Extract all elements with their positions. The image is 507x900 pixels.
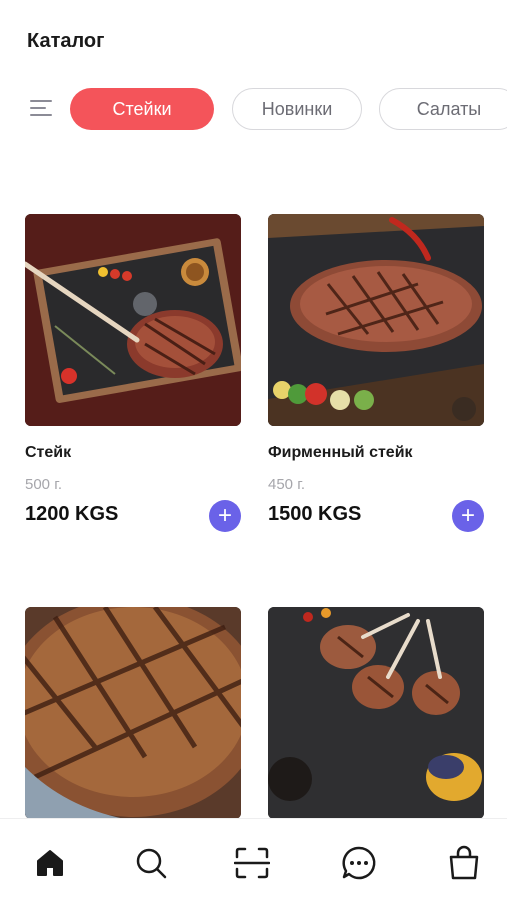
- product-card[interactable]: Стейк 500 г. 1200 KGS +: [25, 214, 241, 532]
- tab-cart[interactable]: [446, 845, 482, 881]
- tab-chat[interactable]: [341, 845, 377, 881]
- product-photo-lamb-chops[interactable]: [268, 607, 484, 819]
- product-card[interactable]: [25, 607, 241, 819]
- tab-scan[interactable]: [234, 845, 270, 881]
- product-weight: 450 г.: [268, 476, 306, 493]
- product-photo-signature-steak[interactable]: [268, 214, 484, 426]
- signature-steak-image: [268, 214, 484, 426]
- product-photo-grilled-steak[interactable]: [25, 607, 241, 819]
- home-icon: [37, 850, 63, 876]
- product-photo-steak[interactable]: [25, 214, 241, 426]
- plus-icon: +: [460, 502, 475, 529]
- tab-home[interactable]: [32, 845, 68, 881]
- steak-image: [25, 214, 241, 426]
- plus-icon: +: [217, 502, 232, 529]
- lamb-chops-image: [268, 607, 484, 819]
- page-title: Каталог: [27, 30, 105, 52]
- scan-icon: [234, 847, 270, 879]
- product-weight: 500 г.: [25, 476, 63, 493]
- bottom-tab-bar: [0, 818, 507, 900]
- category-filter-row: Стейки Новинки Салаты: [0, 86, 507, 132]
- search-icon: [136, 848, 167, 879]
- chat-icon: [342, 846, 376, 880]
- product-name: Стейк: [25, 444, 72, 461]
- product-card[interactable]: [268, 607, 484, 819]
- chip-steaks[interactable]: Стейки: [70, 88, 214, 130]
- filter-lines-icon[interactable]: [30, 100, 52, 118]
- add-to-cart-button[interactable]: +: [452, 500, 484, 532]
- add-to-cart-button[interactable]: +: [209, 500, 241, 532]
- grilled-steak-image: [25, 607, 241, 819]
- tab-search[interactable]: [133, 845, 169, 881]
- shopping-bag-icon: [449, 845, 479, 880]
- chip-salads[interactable]: Салаты: [379, 88, 507, 130]
- chip-new[interactable]: Новинки: [232, 88, 362, 130]
- product-card[interactable]: Фирменный стейк 450 г. 1500 KGS +: [268, 214, 484, 532]
- product-name: Фирменный стейк: [268, 444, 413, 461]
